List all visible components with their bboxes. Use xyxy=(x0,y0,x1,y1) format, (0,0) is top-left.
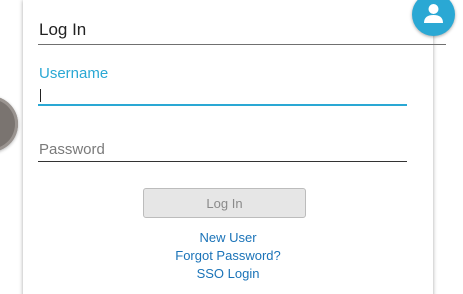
new-user-link[interactable]: New User xyxy=(23,230,433,245)
partial-edge-element xyxy=(0,96,18,152)
dialog-title: Log In xyxy=(39,20,87,39)
user-avatar[interactable] xyxy=(412,0,455,36)
login-button[interactable]: Log In xyxy=(143,188,306,218)
password-input[interactable] xyxy=(38,137,407,162)
text-cursor xyxy=(40,89,41,102)
username-label: Username xyxy=(39,65,109,82)
username-input[interactable] xyxy=(38,86,407,106)
login-dialog: Log In Username Log In New User Forgot P… xyxy=(23,0,446,294)
login-screen: Log In Username Log In New User Forgot P… xyxy=(0,0,463,294)
dialog-header: Log In xyxy=(38,16,446,45)
sso-login-link[interactable]: SSO Login xyxy=(23,266,433,281)
forgot-password-link[interactable]: Forgot Password? xyxy=(23,248,433,263)
user-icon xyxy=(424,4,443,23)
